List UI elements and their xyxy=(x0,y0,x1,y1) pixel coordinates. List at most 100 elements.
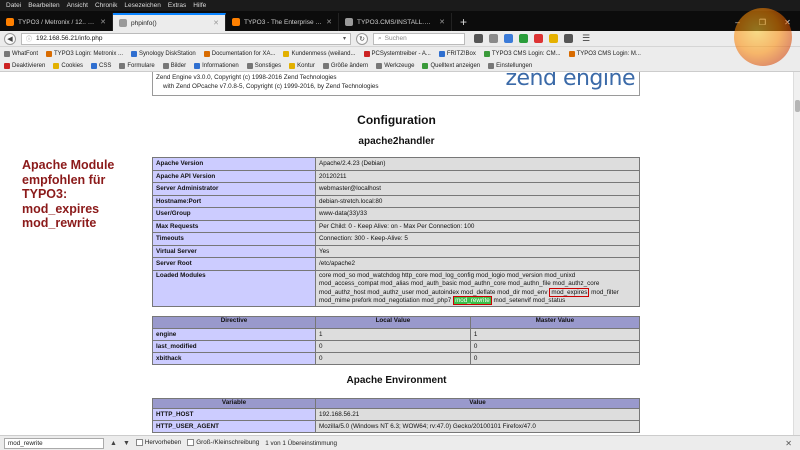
info-icon[interactable]: ⓘ xyxy=(26,34,32,43)
menu-item-extras[interactable]: Extras xyxy=(168,2,186,9)
dev-toolbar-label: Informationen xyxy=(202,62,239,69)
tab-label: TYPO3 - The Enterprise O... xyxy=(244,18,323,26)
dev-toolbar-item[interactable]: Einstellungen xyxy=(488,62,532,69)
zend-engine-logo: zend engine xyxy=(505,72,635,91)
bookmark-item[interactable]: FRITZ!Box xyxy=(438,50,476,57)
row-key: Server Root xyxy=(152,257,316,271)
menu-item-lesezeichen[interactable]: Lesezeichen xyxy=(124,2,161,9)
master-value: 0 xyxy=(469,352,641,365)
bookmark-item[interactable]: Synology DiskStation xyxy=(131,50,196,57)
bookmark-favicon-icon xyxy=(438,50,445,57)
row-key: Virtual Server xyxy=(152,244,316,258)
menu-item-chronik[interactable]: Chronik xyxy=(95,2,117,9)
match-case-toggle[interactable]: Groß-/Kleinschreibung xyxy=(187,439,259,447)
row-value: webmaster@localhost xyxy=(315,182,640,196)
tool-icon xyxy=(488,62,495,69)
close-icon[interactable]: ✕ xyxy=(439,18,445,26)
row-key: Max Requests xyxy=(152,219,316,233)
column-header: Directive xyxy=(152,316,316,329)
dev-toolbar-label: Deaktivieren xyxy=(12,62,46,69)
bookmark-label: TYPO3 Login: Metronix ... xyxy=(54,50,124,57)
annotation-text: Apache Module empfohlen für TYPO3: mod_e… xyxy=(22,158,115,230)
dev-toolbar-label: CSS xyxy=(99,62,112,69)
dev-toolbar-label: Größe ändern xyxy=(330,62,369,69)
bookmark-favicon-icon xyxy=(363,50,370,57)
close-find-bar-button[interactable]: ✕ xyxy=(785,439,796,448)
download-icon[interactable] xyxy=(504,34,513,43)
table-row: Apache Version Apache/2.4.23 (Debian) xyxy=(152,157,640,171)
highlight-all-toggle[interactable]: Hervorheben xyxy=(135,439,181,447)
dev-toolbar-item[interactable]: Deaktivieren xyxy=(4,62,46,69)
find-previous-button[interactable]: ▲ xyxy=(110,440,117,447)
dev-toolbar-item[interactable]: Quelltext anzeigen xyxy=(422,62,480,69)
bookmark-favicon-icon xyxy=(283,50,290,57)
menu-item-ansicht[interactable]: Ansicht xyxy=(67,2,88,9)
bookmarks-bar: WhatFont TYPO3 Login: Metronix ... Synolog… xyxy=(0,47,800,60)
menu-item-hilfe[interactable]: Hilfe xyxy=(193,2,206,9)
row-key: Server Administrator xyxy=(152,182,316,196)
bookmark-label: Documentation for XA... xyxy=(211,50,276,57)
bookmark-item[interactable]: TYPO3 CMS Login: CM... xyxy=(483,50,561,57)
find-input[interactable]: mod_rewrite xyxy=(4,437,104,449)
search-input[interactable]: ⌕ Suchen xyxy=(373,32,465,45)
bookmark-item[interactable]: PCSystemtreiber - A... xyxy=(363,50,431,57)
tab-strip: TYPO3 / Metronix / 12.. - 1... ✕ phpinfo(… xyxy=(0,11,800,31)
tab-typo3-metronix[interactable]: TYPO3 / Metronix / 12.. - 1... ✕ xyxy=(0,13,113,31)
dropdown-arrow-icon[interactable]: ▾ xyxy=(343,35,346,42)
addon-icon[interactable] xyxy=(534,34,543,43)
developer-toolbar: Deaktivieren Cookies CSS Formulare Bilder Inf… xyxy=(0,60,800,72)
extension-icon[interactable] xyxy=(549,34,558,43)
menu-bar: Datei Bearbeiten Ansicht Chronik Lesezeichen… xyxy=(0,0,800,11)
bookmark-item[interactable]: WhatFont xyxy=(4,50,38,57)
bookmark-favicon-icon xyxy=(568,50,575,57)
new-tab-button[interactable]: + xyxy=(452,13,475,31)
table-row: xbithack 0 0 xyxy=(152,352,641,365)
url-bar[interactable]: ⓘ 192.168.56.21/info.php ▾ xyxy=(21,32,351,45)
bookmark-item[interactable]: TYPO3 CMS Login: M... xyxy=(568,50,641,57)
tab-typo3-enterprise[interactable]: TYPO3 - The Enterprise O... ✕ xyxy=(226,13,339,31)
tool-icon xyxy=(4,62,10,69)
row-value: Connection: 300 - Keep-Alive: 5 xyxy=(315,232,640,246)
find-bar: mod_rewrite ▲ ▼ Hervorheben Groß-/Kleins… xyxy=(0,435,800,450)
bookmark-item[interactable]: TYPO3 Login: Metronix ... xyxy=(46,50,124,57)
menu-item-bearbeiten[interactable]: Bearbeiten xyxy=(28,2,59,9)
opcache-copyright: with Zend OPcache v7.0.8-5, Copyright (c… xyxy=(163,83,379,90)
search-icon: ⌕ xyxy=(378,34,382,42)
dev-toolbar-item[interactable]: Cookies xyxy=(53,62,84,69)
scrollbar-thumb[interactable] xyxy=(795,100,800,112)
bookmark-item[interactable]: Kundenmess (weiland... xyxy=(283,50,356,57)
close-icon[interactable]: ✕ xyxy=(100,18,106,26)
tab-label: phpinfo() xyxy=(131,19,157,27)
tab-phpinfo[interactable]: phpinfo() ✕ xyxy=(113,13,226,31)
back-button[interactable]: ◀ xyxy=(4,32,16,45)
variable-name: HTTP_USER_AGENT xyxy=(152,420,316,433)
variable-value: Mozilla/5.0 (Windows NT 6.3; WOW64; rv:4… xyxy=(315,420,640,433)
vertical-scrollbar[interactable] xyxy=(793,72,800,435)
star-icon[interactable] xyxy=(474,34,483,43)
extension-icon[interactable] xyxy=(564,34,573,43)
reload-button[interactable]: ↻ xyxy=(356,32,368,45)
url-text: 192.168.56.21/info.php xyxy=(36,35,103,42)
menu-item-datei[interactable]: Datei xyxy=(6,2,21,9)
close-icon[interactable]: ✕ xyxy=(213,19,219,27)
tab-install-md[interactable]: TYPO3.CMS/INSTALL.md a... ✕ xyxy=(339,13,452,31)
reading-list-icon[interactable] xyxy=(489,34,498,43)
dev-toolbar-item[interactable]: Informationen xyxy=(194,62,239,69)
find-result-status: 1 von 1 Übereinstimmung xyxy=(265,439,338,447)
dev-toolbar-item[interactable]: CSS xyxy=(91,62,112,69)
directive-name: last_modified xyxy=(152,340,316,353)
home-icon[interactable] xyxy=(519,34,528,43)
dev-toolbar-item[interactable]: Größe ändern xyxy=(322,62,369,69)
dev-toolbar-item[interactable]: Formulare xyxy=(119,62,155,69)
dev-toolbar-item[interactable]: Sonstiges xyxy=(246,62,281,69)
bookmark-item[interactable]: Documentation for XA... xyxy=(203,50,276,57)
menu-icon[interactable]: ☰ xyxy=(582,33,590,44)
find-next-button[interactable]: ▼ xyxy=(123,440,130,447)
dev-toolbar-item[interactable]: Kontur xyxy=(289,62,315,69)
dev-toolbar-label: Cookies xyxy=(61,62,84,69)
dev-toolbar-item[interactable]: Werkzeuge xyxy=(376,62,414,69)
loaded-modules-value: core mod_so mod_watchdog http_core mod_l… xyxy=(315,269,640,307)
dev-toolbar-item[interactable]: Bilder xyxy=(162,62,186,69)
close-icon[interactable]: ✕ xyxy=(326,18,332,26)
dev-toolbar-label: Kontur xyxy=(297,62,315,69)
